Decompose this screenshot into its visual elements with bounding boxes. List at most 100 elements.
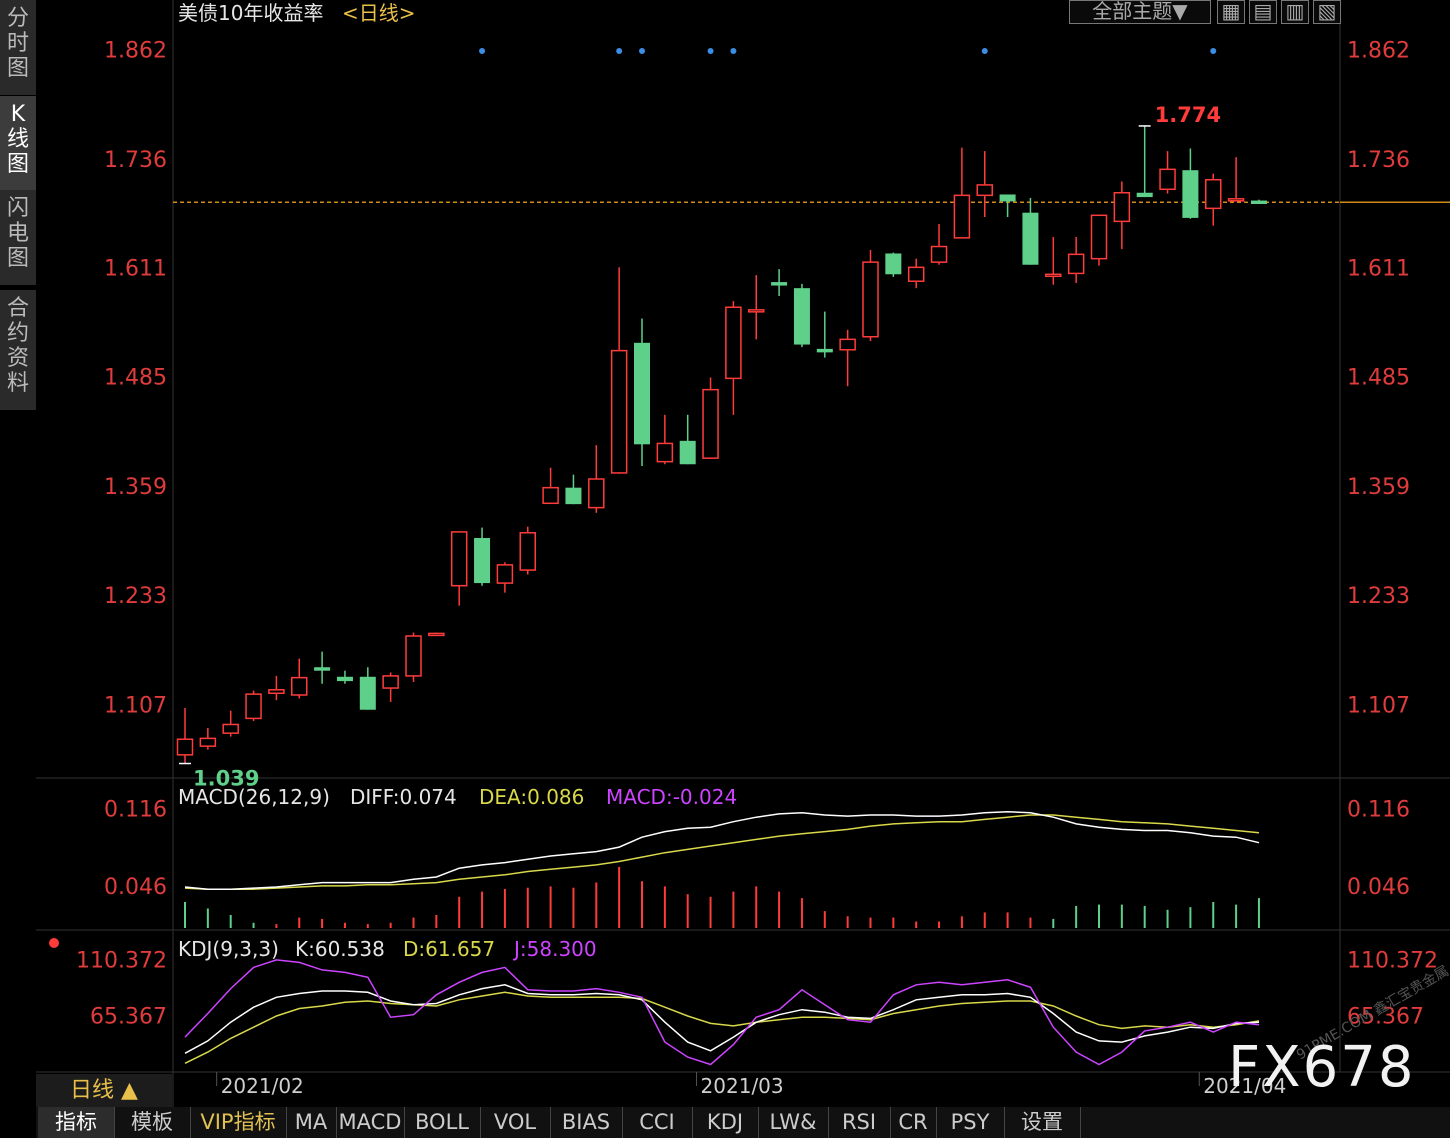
macd-diff-line <box>184 810 1260 890</box>
candle-body <box>222 723 239 734</box>
candle-body <box>474 537 491 584</box>
candle-body <box>359 676 376 710</box>
indicator-tab[interactable]: 设置 <box>1004 1107 1081 1138</box>
time-label: 2021/03 <box>701 1074 784 1098</box>
candle-body <box>930 245 948 263</box>
indicator-tab[interactable]: VOL <box>480 1107 551 1138</box>
kdj-settings-icon <box>49 938 59 948</box>
candle-body <box>885 253 902 275</box>
theme-dropdown-label: 全部主题▼ <box>1092 0 1188 23</box>
indicator-tab[interactable]: CCI <box>622 1107 693 1138</box>
kdj-legend-j: J:58.300 <box>512 937 597 961</box>
kdj-tick-left: 65.367 <box>90 1004 167 1029</box>
chart-title: 美债10年收益率 <box>178 1 323 25</box>
indicator-tab[interactable]: MA <box>286 1107 337 1138</box>
price-tick-left: 1.862 <box>104 39 167 64</box>
kdj-tick-left: 110.372 <box>76 948 167 973</box>
side-tab-char: 时 <box>6 31 29 56</box>
candle-body <box>1250 200 1267 205</box>
side-tab-char: 分 <box>6 6 29 31</box>
side-tab-char: 图 <box>6 152 29 177</box>
macd-tick-left: 0.116 <box>104 797 167 822</box>
indicator-tab[interactable]: MACD <box>336 1107 405 1138</box>
candle-body <box>1182 170 1199 218</box>
event-marker-dot <box>730 48 737 54</box>
candle-body <box>679 440 696 465</box>
indicator-tab[interactable]: 模板 <box>114 1107 191 1138</box>
indicator-tab[interactable]: VIP指标 <box>190 1107 287 1138</box>
theme-dropdown[interactable]: 全部主题▼ <box>1069 0 1211 24</box>
price-tick-left: 1.107 <box>104 694 167 719</box>
side-tab-char: 资 <box>6 346 29 371</box>
side-tab-char: 闪 <box>6 196 29 221</box>
side-tab-char: 合 <box>6 296 29 321</box>
candle-body <box>565 487 582 505</box>
candle-body <box>245 693 262 720</box>
kline-chart: 美债10年收益率 <日线> 1.862 1.862 1.736 1.736 1.611 1.6… <box>36 0 1450 1107</box>
side-tab-1[interactable]: K线图 <box>0 96 36 191</box>
layout-2-icon[interactable]: ▥ <box>1281 0 1309 24</box>
event-marker-dot <box>1210 48 1217 54</box>
candle-body <box>610 349 628 474</box>
side-tab-char: 图 <box>6 56 29 81</box>
candle-body <box>725 306 742 380</box>
candle-body <box>907 266 925 282</box>
candle-body <box>976 184 993 197</box>
time-label: 2021/02 <box>221 1074 304 1098</box>
side-tab-2[interactable]: 闪电图 <box>0 190 36 285</box>
indicator-tab[interactable]: 指标 <box>38 1107 115 1138</box>
kdj-k-line <box>184 984 1260 1054</box>
event-marker-dot <box>981 48 988 54</box>
indicator-tab[interactable]: PSY <box>936 1107 1005 1138</box>
candle-body <box>336 676 353 682</box>
candle-body <box>268 689 285 695</box>
macd-tick-right: 0.116 <box>1347 797 1410 822</box>
candle-body <box>542 486 559 505</box>
layout-3-icon[interactable]: ▧ <box>1313 0 1341 24</box>
period-button[interactable]: 日线 ▲ <box>36 1074 172 1107</box>
candle-body <box>588 478 605 509</box>
candle-body <box>176 738 194 756</box>
side-tab-0[interactable]: 分时图 <box>0 0 36 95</box>
candle-body <box>1090 214 1108 260</box>
price-tick-right: 1.611 <box>1347 256 1410 281</box>
price-tick-right: 1.862 <box>1347 39 1410 64</box>
grid-icon[interactable]: ▦ <box>1217 0 1245 24</box>
event-marker-dot <box>479 48 486 54</box>
macd-legend-name: MACD(26,12,9) <box>178 785 330 809</box>
candle-body <box>1136 192 1153 198</box>
candle-body <box>1159 168 1176 191</box>
side-tab-char: 图 <box>6 246 29 271</box>
candle-body <box>382 675 399 689</box>
candle-body <box>953 194 971 239</box>
candle-body <box>771 282 788 286</box>
indicator-tab[interactable]: CR <box>890 1107 937 1138</box>
layout-1-icon[interactable]: ▤ <box>1249 0 1277 24</box>
indicator-tab[interactable]: BOLL <box>404 1107 481 1138</box>
indicator-tab[interactable]: RSI <box>828 1107 891 1138</box>
candle-body <box>405 635 422 677</box>
macd-legend-dea: DEA:0.086 <box>479 785 584 809</box>
kdj-legend-name: KDJ(9,3,3) <box>178 937 279 961</box>
price-tick-right: 1.736 <box>1347 148 1410 173</box>
indicator-tab[interactable]: LW& <box>758 1107 829 1138</box>
kdj-d-line <box>184 991 1260 1064</box>
period-tag: <日线> <box>342 1 416 25</box>
candle-body <box>1045 273 1062 278</box>
indicator-tab[interactable]: KDJ <box>692 1107 759 1138</box>
event-marker-dot <box>616 48 623 54</box>
candle-body <box>1227 198 1245 202</box>
indicator-tab[interactable]: BIAS <box>550 1107 623 1138</box>
candle-body <box>199 737 217 747</box>
side-tab-char: K <box>10 102 26 127</box>
side-tab-3[interactable]: 合约资料 <box>0 290 36 410</box>
candle-body <box>702 388 719 459</box>
kdj-j-line <box>184 959 1260 1066</box>
side-tab-char: 约 <box>6 321 29 346</box>
kdj-tick-right: 110.372 <box>1347 948 1438 973</box>
event-marker-dot <box>639 48 645 54</box>
candle-body <box>999 194 1016 202</box>
candle-body <box>1067 253 1085 275</box>
price-tick-right: 1.359 <box>1347 475 1410 500</box>
price-tick-left: 1.736 <box>104 148 167 173</box>
